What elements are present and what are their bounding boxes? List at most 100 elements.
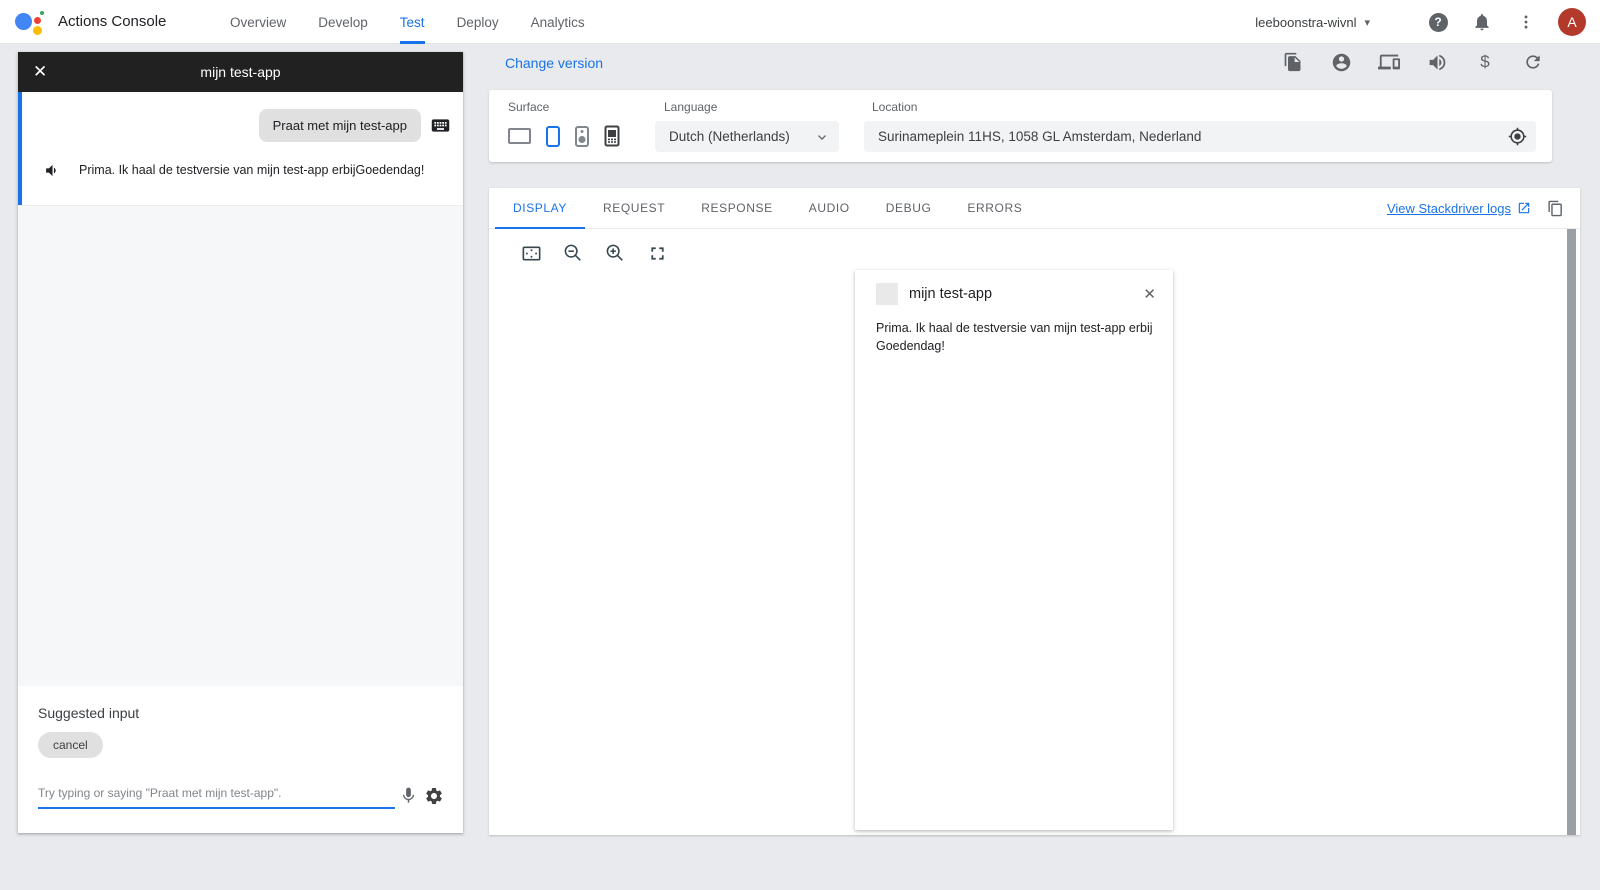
bell-icon [1472, 12, 1492, 32]
display-card-title: mijn test-app [909, 286, 1143, 302]
fit-screen-icon [520, 242, 543, 265]
simulator-toolbar: $ [1257, 50, 1545, 74]
display-card-message: Prima. Ik haal de testversie van mijn te… [855, 314, 1173, 355]
fit-to-screen-button[interactable] [518, 240, 544, 266]
query-input-row [38, 782, 445, 809]
display-zoom-controls [518, 240, 686, 266]
change-version-link[interactable]: Change version [505, 55, 603, 71]
top-navigation: Overview Develop Test Deploy Analytics [214, 0, 601, 44]
my-location-icon[interactable] [1508, 127, 1527, 146]
keyboard-icon [430, 115, 451, 136]
account-circle-icon [1331, 52, 1352, 73]
zoom-in-button[interactable] [602, 240, 628, 266]
tab-request[interactable]: REQUEST [585, 188, 683, 229]
volume-icon [1427, 52, 1448, 73]
kebab-menu-icon [1517, 13, 1535, 31]
speaker-surface-icon[interactable] [575, 126, 589, 147]
speaker-icon [44, 162, 61, 179]
conversation-empty-area [18, 205, 463, 686]
simulator-header: ✕ mijn test-app [18, 52, 463, 92]
audio-button[interactable] [1425, 50, 1449, 74]
zoom-out-icon [562, 242, 584, 264]
surface-selector [508, 124, 635, 148]
query-input[interactable] [38, 782, 395, 809]
chevron-down-icon [815, 130, 829, 144]
stackdriver-logs-link[interactable]: View Stackdriver logs [1387, 201, 1531, 216]
display-scrollbar[interactable] [1567, 229, 1576, 835]
nav-item-test[interactable]: Test [400, 0, 425, 44]
location-field[interactable]: Surinameplein 11HS, 1058 GL Amsterdam, N… [864, 121, 1536, 152]
surface-label: Surface [508, 100, 549, 114]
language-select[interactable]: Dutch (Netherlands) [655, 121, 839, 152]
zoom-out-button[interactable] [560, 240, 586, 266]
copy-icon [1547, 200, 1564, 217]
keypad-phone-surface-icon[interactable] [604, 125, 620, 147]
display-message-line1: Prima. Ik haal de testversie van mijn te… [876, 319, 1153, 337]
location-label: Location [872, 100, 917, 114]
simulator-panel: ✕ mijn test-app Praat met mijn test-app … [18, 52, 463, 833]
display-preview-card: mijn test-app ✕ Prima. Ik haal de testve… [855, 270, 1173, 830]
user-settings-button[interactable] [1329, 50, 1353, 74]
tab-debug[interactable]: DEBUG [868, 188, 950, 229]
chevron-down-icon: ▾ [1364, 16, 1370, 29]
product-title: Actions Console [58, 13, 166, 30]
dollar-icon: $ [1480, 52, 1489, 72]
bot-message-text: Prima. Ik haal de testversie van mijn te… [79, 163, 424, 177]
user-message-bubble: Praat met mijn test-app [259, 109, 421, 142]
language-value: Dutch (Netherlands) [669, 129, 815, 144]
account-selector[interactable]: leeboonstra-wivnl ▾ [1255, 15, 1370, 30]
reset-button[interactable] [1521, 50, 1545, 74]
assistant-logo-icon [13, 6, 45, 38]
phone-surface-icon[interactable] [546, 126, 560, 147]
avatar[interactable]: A [1558, 8, 1586, 36]
transactions-button[interactable]: $ [1473, 50, 1497, 74]
devices-icon [1378, 51, 1400, 73]
close-icon[interactable]: ✕ [33, 52, 47, 92]
nav-item-develop[interactable]: Develop [318, 0, 368, 44]
smart-display-surface-icon[interactable] [508, 128, 531, 144]
help-icon: ? [1429, 13, 1448, 32]
copy-response-button[interactable] [1547, 200, 1564, 217]
suggested-input-label: Suggested input [38, 705, 445, 721]
nav-item-overview[interactable]: Overview [230, 0, 286, 44]
simulator-input-section: Suggested input cancel [18, 686, 463, 833]
devices-button[interactable] [1377, 50, 1401, 74]
location-value: Surinameplein 11HS, 1058 GL Amsterdam, N… [878, 129, 1508, 144]
mic-icon [399, 786, 418, 805]
more-options-button[interactable] [1514, 10, 1538, 34]
surface-settings-card: Surface Language Dutch (Netherlands) Loc… [489, 90, 1552, 162]
fullscreen-icon [647, 243, 668, 264]
simulator-title: mijn test-app [18, 64, 463, 80]
top-app-bar: Actions Console Overview Develop Test De… [0, 0, 1600, 44]
close-icon[interactable]: ✕ [1143, 285, 1156, 303]
bot-message-row: Prima. Ik haal de testversie van mijn te… [22, 162, 451, 179]
gear-icon [424, 786, 444, 806]
mic-button[interactable] [397, 784, 420, 808]
nav-item-analytics[interactable]: Analytics [531, 0, 585, 44]
tab-response[interactable]: RESPONSE [683, 188, 791, 229]
help-button[interactable]: ? [1426, 10, 1450, 34]
topbar-right-cluster: leeboonstra-wivnl ▾ ? A [1255, 0, 1586, 44]
tab-errors[interactable]: ERRORS [949, 188, 1040, 229]
output-tabs: DISPLAY REQUEST RESPONSE AUDIO DEBUG ERR… [489, 188, 1580, 229]
notifications-button[interactable] [1470, 10, 1494, 34]
language-label: Language [664, 100, 717, 114]
fullscreen-button[interactable] [644, 240, 670, 266]
app-icon-placeholder [876, 283, 898, 305]
output-panel: DISPLAY REQUEST RESPONSE AUDIO DEBUG ERR… [489, 188, 1580, 835]
tab-display[interactable]: DISPLAY [495, 188, 585, 229]
settings-button[interactable] [422, 784, 445, 808]
suggestion-chip-cancel[interactable]: cancel [38, 732, 103, 758]
zoom-in-icon [604, 242, 626, 264]
copy-conversation-button[interactable] [1281, 50, 1305, 74]
stackdriver-link-text: View Stackdriver logs [1387, 201, 1511, 216]
display-card-header: mijn test-app ✕ [855, 270, 1173, 314]
display-message-line2: Goedendag! [876, 337, 1153, 355]
tab-audio[interactable]: AUDIO [791, 188, 868, 229]
nav-item-deploy[interactable]: Deploy [457, 0, 499, 44]
account-name: leeboonstra-wivnl [1255, 15, 1356, 30]
user-message-row: Praat met mijn test-app [22, 109, 451, 142]
external-link-icon [1517, 201, 1531, 215]
conversation-area: Praat met mijn test-app Prima. Ik haal d… [18, 92, 463, 205]
refresh-icon [1523, 52, 1543, 72]
